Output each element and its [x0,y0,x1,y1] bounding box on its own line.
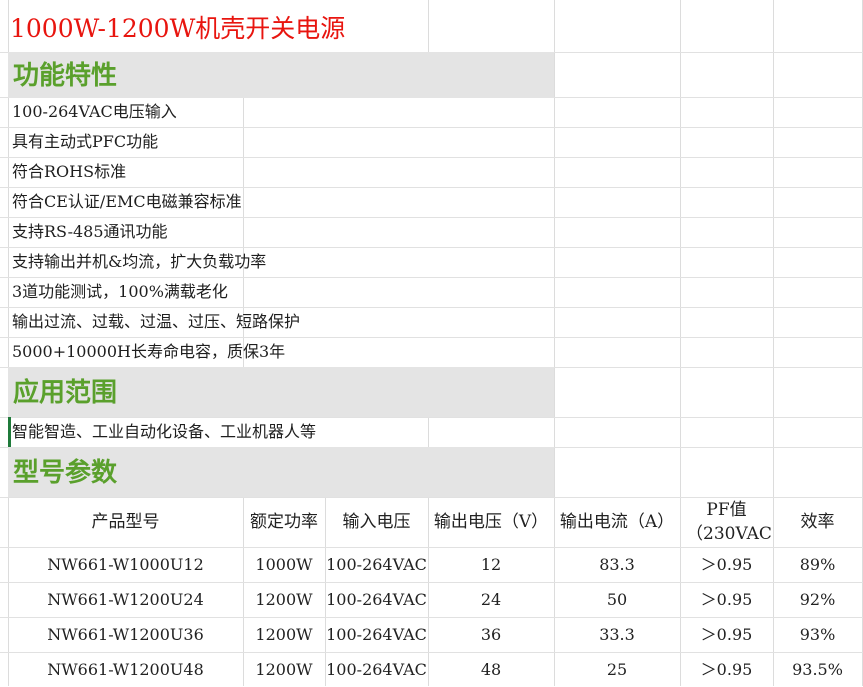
table-cell-power[interactable]: 1200W [243,617,325,652]
table-cell-efficiency[interactable]: 93% [773,617,862,652]
grid-line [428,0,429,52]
table-cell-pf[interactable]: ＞0.95 [680,582,773,617]
feature-item[interactable]: 支持RS-485通讯功能 [12,217,168,247]
table-cell-power[interactable]: 1000W [243,547,325,582]
feature-item[interactable]: 5000+10000H长寿命电容，质保3年 [12,337,285,367]
feature-item[interactable]: 3道功能测试，100%满载老化 [12,277,228,307]
table-cell-input-voltage[interactable]: 100-264VAC [325,652,428,687]
section-label: 应用范围 [13,378,118,408]
table-header-pf[interactable]: PF值 （230VAC [680,497,773,547]
page-title[interactable]: 1000W-1200W机壳开关电源 [10,6,345,52]
pf-header-line2: （230VAC [686,524,772,544]
feature-item[interactable]: 支持输出并机&均流，扩大负载功率 [12,247,266,277]
table-cell-efficiency[interactable]: 93.5% [773,652,862,687]
table-cell-input-voltage[interactable]: 100-264VAC [325,617,428,652]
feature-item[interactable]: 符合ROHS标准 [12,157,126,187]
table-cell-model[interactable]: NW661-W1200U48 [8,652,243,687]
table-cell-model[interactable]: NW661-W1200U36 [8,617,243,652]
table-cell-output-voltage[interactable]: 12 [428,547,554,582]
table-header-output-voltage[interactable]: 输出电压（V） [428,497,554,547]
pf-header-line1: PF值 [706,500,747,520]
table-header-model[interactable]: 产品型号 [8,497,243,547]
table-cell-output-current[interactable]: 33.3 [554,617,680,652]
table-cell-pf[interactable]: ＞0.95 [680,617,773,652]
feature-item[interactable]: 100-264VAC电压输入 [12,97,177,127]
section-label: 型号参数 [13,458,118,488]
feature-item[interactable]: 输出过流、过载、过温、过压、短路保护 [12,307,300,337]
applications-text[interactable]: 智能智造、工业自动化设备、工业机器人等 [12,417,316,447]
table-cell-output-current[interactable]: 50 [554,582,680,617]
table-cell-power[interactable]: 1200W [243,652,325,687]
table-cell-output-voltage[interactable]: 36 [428,617,554,652]
section-header-models[interactable]: 型号参数 [8,447,554,497]
table-cell-power[interactable]: 1200W [243,582,325,617]
table-header-output-current[interactable]: 输出电流（A） [554,497,680,547]
feature-item[interactable]: 具有主动式PFC功能 [12,127,158,157]
feature-item[interactable]: 符合CE认证/EMC电磁兼容标准 [12,187,242,217]
table-cell-output-voltage[interactable]: 24 [428,582,554,617]
table-cell-output-current[interactable]: 25 [554,652,680,687]
table-header-efficiency[interactable]: 效率 [773,497,862,547]
table-cell-output-current[interactable]: 83.3 [554,547,680,582]
table-cell-pf[interactable]: ＞0.95 [680,652,773,687]
table-cell-input-voltage[interactable]: 100-264VAC [325,582,428,617]
spreadsheet: 1000W-1200W机壳开关电源 功能特性 100-264VAC电压输入 具有… [0,0,863,686]
table-cell-model[interactable]: NW661-W1000U12 [8,547,243,582]
table-header-input-voltage[interactable]: 输入电压 [325,497,428,547]
table-header-power[interactable]: 额定功率 [243,497,325,547]
table-cell-output-voltage[interactable]: 48 [428,652,554,687]
grid-line [0,157,863,158]
table-cell-input-voltage[interactable]: 100-264VAC [325,547,428,582]
section-header-applications[interactable]: 应用范围 [8,367,554,417]
section-header-features[interactable]: 功能特性 [8,52,554,98]
table-cell-pf[interactable]: ＞0.95 [680,547,773,582]
table-cell-efficiency[interactable]: 92% [773,582,862,617]
section-label: 功能特性 [13,61,118,91]
table-cell-model[interactable]: NW661-W1200U24 [8,582,243,617]
table-cell-efficiency[interactable]: 89% [773,547,862,582]
